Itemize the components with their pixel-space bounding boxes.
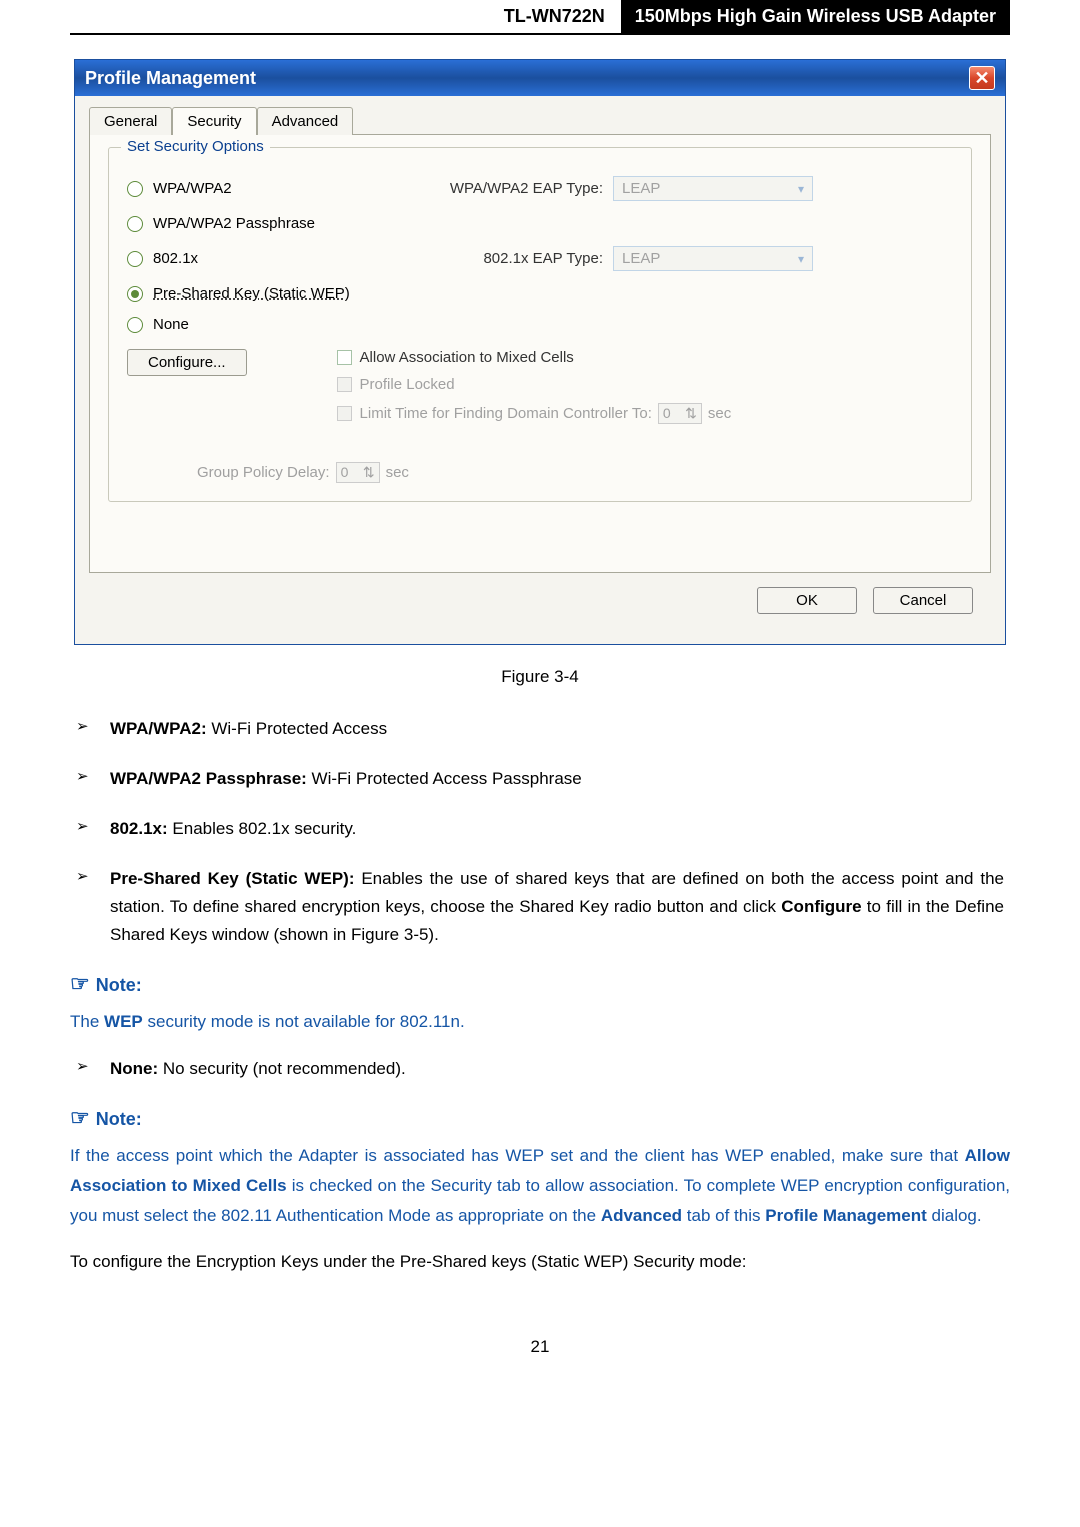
page-number: 21 [70, 1337, 1010, 1357]
close-icon[interactable]: ✕ [969, 66, 995, 90]
radio-psk[interactable] [127, 286, 143, 302]
bullet-icon: ➢ [76, 865, 110, 949]
security-panel: Set Security Options WPA/WPA2 WPA/WPA2 E… [89, 135, 991, 573]
figure-caption: Figure 3-4 [70, 667, 1010, 687]
label-wpa-eap: WPA/WPA2 EAP Type: [383, 180, 603, 197]
note-text-2: If the access point which the Adapter is… [70, 1141, 1010, 1230]
label-8021x: 802.1x [153, 250, 383, 267]
tab-strip: General Security Advanced [89, 106, 991, 135]
label-group-policy-delay: Group Policy Delay: [197, 464, 330, 481]
chevron-down-icon: ▾ [798, 252, 804, 266]
note-header-2: ☞Note: [70, 1105, 1010, 1131]
label-limit-time: Limit Time for Finding Domain Controller… [360, 405, 652, 422]
spinner-arrows-icon: ⇅ [363, 464, 375, 481]
spinner-limit-time: 0⇅ [658, 403, 702, 424]
tab-security[interactable]: Security [172, 107, 256, 135]
bullet-icon: ➢ [76, 715, 110, 743]
label-gpd-sec: sec [386, 464, 409, 481]
label-psk: Pre-Shared Key (Static WEP) [153, 285, 383, 302]
note-header-1: ☞Note: [70, 971, 1010, 997]
cancel-button[interactable]: Cancel [873, 587, 973, 614]
label-profile-locked: Profile Locked [360, 376, 455, 393]
ok-button[interactable]: OK [757, 587, 857, 614]
configure-button[interactable]: Configure... [127, 349, 247, 376]
hand-icon: ☞ [70, 1105, 90, 1130]
security-options-fieldset: Set Security Options WPA/WPA2 WPA/WPA2 E… [108, 147, 972, 502]
bullet-icon: ➢ [76, 765, 110, 793]
checkbox-profile-locked [337, 377, 352, 392]
label-wpa: WPA/WPA2 [153, 180, 383, 197]
bullet-icon: ➢ [76, 1055, 110, 1083]
bullet-psk: Pre-Shared Key (Static WEP): Enables the… [110, 865, 1004, 949]
dialog-titlebar: Profile Management ✕ [75, 60, 1005, 96]
spinner-arrows-icon: ⇅ [685, 405, 697, 422]
final-paragraph: To configure the Encryption Keys under t… [70, 1248, 1010, 1277]
bullet-wpa: WPA/WPA2: Wi-Fi Protected Access [110, 715, 1004, 743]
bullet-icon: ➢ [76, 815, 110, 843]
profile-management-dialog: Profile Management ✕ General Security Ad… [74, 59, 1006, 645]
checkbox-limit-time [337, 406, 352, 421]
radio-wpa-pass[interactable] [127, 216, 143, 232]
product-desc: 150Mbps High Gain Wireless USB Adapter [621, 0, 1010, 33]
model-number: TL-WN722N [488, 0, 621, 33]
spinner-gpd: 0⇅ [336, 462, 380, 483]
combo-8021x-eap-value: LEAP [622, 250, 660, 267]
tab-general[interactable]: General [89, 107, 172, 135]
radio-8021x[interactable] [127, 251, 143, 267]
label-sec: sec [708, 405, 731, 422]
checkbox-mixed-cells[interactable] [337, 350, 352, 365]
bullet-none: None: No security (not recommended). [110, 1055, 1004, 1083]
dialog-title: Profile Management [85, 68, 256, 89]
combo-wpa-eap-value: LEAP [622, 180, 660, 197]
fieldset-legend: Set Security Options [121, 138, 270, 155]
radio-wpa[interactable] [127, 181, 143, 197]
tab-advanced[interactable]: Advanced [257, 107, 354, 135]
bullet-wpa-pass: WPA/WPA2 Passphrase: Wi-Fi Protected Acc… [110, 765, 1004, 793]
label-wpa-pass: WPA/WPA2 Passphrase [153, 215, 383, 232]
radio-none[interactable] [127, 317, 143, 333]
label-8021x-eap: 802.1x EAP Type: [383, 250, 603, 267]
note-text-1: The WEP security mode is not available f… [70, 1007, 1010, 1037]
doc-header: TL-WN722N 150Mbps High Gain Wireless USB… [70, 0, 1010, 35]
hand-icon: ☞ [70, 971, 90, 996]
bullet-8021x: 802.1x: Enables 802.1x security. [110, 815, 1004, 843]
chevron-down-icon: ▾ [798, 182, 804, 196]
combo-8021x-eap[interactable]: LEAP ▾ [613, 246, 813, 271]
label-none: None [153, 316, 383, 333]
label-mixed-cells: Allow Association to Mixed Cells [360, 349, 574, 366]
combo-wpa-eap[interactable]: LEAP ▾ [613, 176, 813, 201]
